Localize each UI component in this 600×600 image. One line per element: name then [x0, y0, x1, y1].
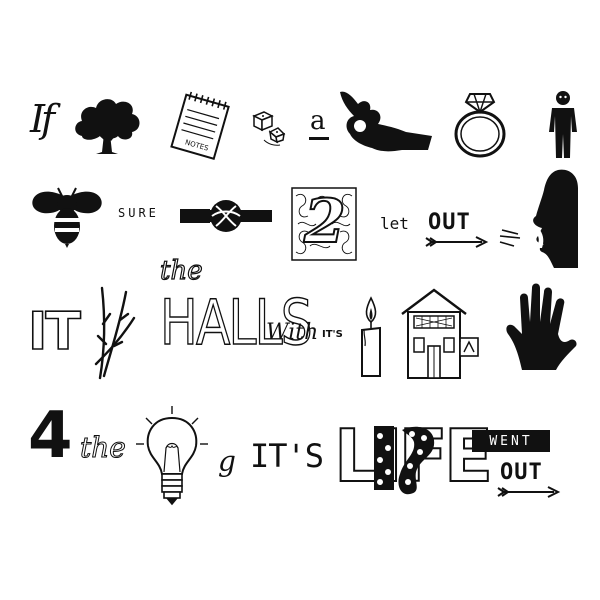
- tree-icon: [72, 96, 144, 156]
- life-dots: [366, 420, 442, 500]
- arrow-icon: [496, 486, 561, 498]
- word-out-2: OUT: [500, 460, 543, 485]
- word-if: If: [30, 97, 55, 141]
- word-it-block: IT: [27, 302, 81, 362]
- twigs-icon: [90, 284, 140, 380]
- word-out-1: OUT: [428, 210, 471, 235]
- word-with: With: [266, 320, 319, 345]
- word-the-2: the: [80, 431, 127, 464]
- word-a: a: [310, 106, 326, 136]
- house-icon: [400, 288, 484, 380]
- arrow-icon: [424, 236, 489, 248]
- word-its-2: IT'S: [250, 437, 324, 475]
- number-4: 4: [28, 399, 73, 473]
- shouting-face-icon: [494, 168, 582, 272]
- okay-hand-icon: [336, 88, 436, 158]
- number-2: 2: [303, 187, 347, 257]
- notepad-icon: NOTES: [170, 91, 232, 162]
- letter-g: g: [218, 445, 236, 478]
- hand-icon: [500, 282, 580, 372]
- word-a-underline: [309, 137, 329, 140]
- dice-icon: [250, 106, 296, 152]
- word-went: WENT: [472, 430, 550, 452]
- ornate-frame: 2: [290, 186, 358, 262]
- word-the-1: the: [159, 256, 203, 286]
- light-bulb-icon: [134, 404, 210, 508]
- candle-icon: [356, 296, 386, 380]
- bee-icon: [28, 182, 106, 248]
- knot-icon: [180, 196, 272, 236]
- word-its-1: IT'S: [322, 329, 343, 340]
- man-icon: [548, 90, 578, 160]
- word-let: let: [380, 214, 409, 233]
- ring-icon: [452, 90, 508, 160]
- word-sure: SURE: [118, 206, 159, 220]
